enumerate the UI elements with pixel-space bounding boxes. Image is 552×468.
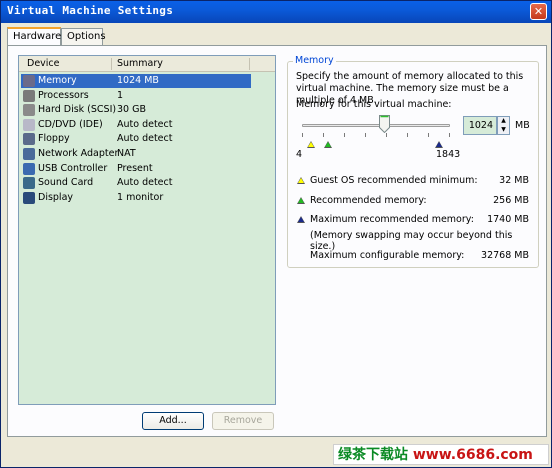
device-summary: Auto detect — [117, 133, 173, 145]
guest-os-min-row: Guest OS recommended minimum: 32 MB — [297, 174, 529, 188]
device-row-memory[interactable]: Memory 1024 MB — [21, 74, 251, 88]
max-recommended-label: Maximum recommended memory: — [310, 214, 474, 225]
device-row-sound-card[interactable]: Sound Card Auto detect — [21, 176, 251, 190]
memory-slider-ticks — [302, 133, 452, 137]
network-adapter-icon — [23, 148, 35, 160]
memory-slider-track[interactable] — [302, 124, 450, 127]
guest-min-marker-icon — [307, 141, 315, 148]
guest-min-legend-icon — [297, 177, 305, 184]
slider-max-label: 1843 — [436, 149, 461, 160]
device-summary: 1024 MB — [117, 75, 159, 86]
watermark-banner: 绿茶下载站 www.6686.com — [333, 444, 549, 465]
memory-spinner[interactable]: ▲ ▼ — [497, 116, 510, 135]
display-icon — [23, 191, 35, 204]
hardware-panel: Device Summary Memory 1024 MB Processors 1 H… — [7, 45, 547, 437]
vm-settings-window: Virtual Machine Settings ✕ Hardware Opti… — [0, 0, 552, 468]
device-name: Memory — [38, 75, 77, 86]
memory-group-title: Memory — [293, 55, 336, 66]
memory-unit: MB — [515, 120, 530, 131]
device-row-processors[interactable]: Processors 1 — [21, 89, 251, 103]
max-configurable-value: 32768 MB — [481, 250, 529, 261]
device-summary: 30 GB — [117, 104, 146, 116]
max-recommended-value: 1740 MB — [487, 214, 529, 225]
device-summary: 1 monitor — [117, 191, 164, 203]
device-row-display[interactable]: Display 1 monitor — [21, 191, 251, 205]
max-configurable-label: Maximum configurable memory: — [310, 250, 465, 261]
remove-button[interactable]: Remove — [212, 412, 274, 430]
watermark-cn: 绿茶下载站 — [338, 447, 408, 463]
window-title: Virtual Machine Settings — [7, 4, 174, 17]
max-recommended-marker-icon — [435, 141, 443, 148]
column-separator[interactable] — [111, 58, 112, 70]
watermark-site: www.6686.com — [412, 447, 533, 463]
spin-up-icon[interactable]: ▲ — [498, 117, 509, 125]
device-name: Hard Disk (SCSI) — [38, 104, 117, 116]
recommended-marker-icon — [324, 141, 332, 148]
guest-os-min-value: 32 MB — [499, 175, 529, 186]
device-summary: Auto detect — [117, 118, 173, 130]
device-summary: Auto detect — [117, 177, 173, 189]
device-name: USB Controller — [38, 162, 108, 174]
processor-icon — [23, 89, 35, 102]
device-name: Processors — [38, 89, 89, 101]
spin-down-icon[interactable]: ▼ — [498, 126, 509, 134]
memory-icon — [23, 75, 35, 87]
device-row-network-adapter[interactable]: Network Adapter NAT — [21, 147, 251, 161]
column-header-summary[interactable]: Summary — [117, 58, 163, 69]
hard-disk-icon — [23, 104, 35, 117]
device-summary: 1 — [117, 89, 124, 101]
max-recommended-legend-icon — [297, 216, 305, 223]
guest-os-min-label: Guest OS recommended minimum: — [310, 175, 478, 186]
column-header-device[interactable]: Device — [27, 58, 60, 69]
column-separator[interactable] — [249, 58, 250, 70]
cd-dvd-icon — [23, 118, 35, 131]
device-row-hard-disk-scsi[interactable]: Hard Disk (SCSI) 30 GB — [21, 103, 251, 117]
device-summary: NAT — [117, 148, 136, 159]
add-button[interactable]: Add... — [142, 412, 204, 430]
recommended-row: Recommended memory: 256 MB — [297, 194, 529, 208]
device-name: Sound Card — [38, 177, 94, 189]
max-configurable-row: Maximum configurable memory: 32768 MB — [297, 249, 529, 263]
device-summary: Present — [117, 162, 153, 174]
sound-card-icon — [23, 177, 35, 190]
device-row-usb-controller[interactable]: USB Controller Present — [21, 162, 251, 176]
device-list[interactable]: Device Summary Memory 1024 MB Processors 1 H… — [18, 55, 276, 405]
device-list-header: Device Summary — [19, 56, 275, 72]
floppy-icon — [23, 133, 35, 146]
usb-icon — [23, 162, 35, 175]
max-recommended-row: Maximum recommended memory: 1740 MB — [297, 213, 529, 227]
memory-group: Memory Specify the amount of memory allo… — [287, 55, 539, 268]
recommended-value: 256 MB — [493, 195, 529, 206]
device-name: Display — [38, 191, 74, 203]
device-name: Network Adapter — [38, 148, 119, 159]
device-name: CD/DVD (IDE) — [38, 118, 103, 130]
memory-field-label: Memory for this virtual machine: — [296, 99, 452, 110]
memory-input[interactable]: 1024 — [463, 116, 497, 135]
watermark-text: 绿茶下载站 www.6686.com — [338, 446, 533, 464]
device-name: Floppy — [38, 133, 70, 145]
device-row-floppy[interactable]: Floppy Auto detect — [21, 132, 251, 146]
slider-min-label: 4 — [296, 149, 303, 160]
recommended-legend-icon — [297, 197, 305, 204]
title-bar[interactable]: Virtual Machine Settings ✕ — [1, 1, 551, 23]
recommended-label: Recommended memory: — [310, 195, 427, 206]
tab-hardware[interactable]: Hardware — [7, 27, 61, 47]
device-row-cd-dvd-ide[interactable]: CD/DVD (IDE) Auto detect — [21, 118, 251, 132]
memory-slider-thumb[interactable] — [379, 115, 390, 133]
tab-options[interactable]: Options — [61, 28, 106, 46]
close-button[interactable]: ✕ — [530, 3, 547, 20]
